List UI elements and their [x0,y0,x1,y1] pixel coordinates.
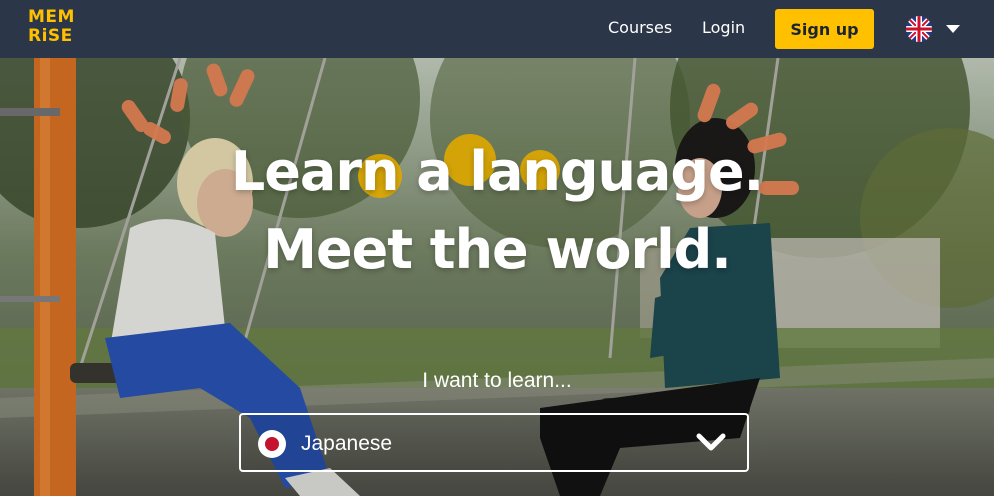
top-navigation-bar: MEM RiSE Courses Login Sign up [0,0,994,58]
sign-up-button[interactable]: Sign up [775,9,874,49]
chevron-down-icon [946,25,960,33]
language-select-dropdown[interactable]: Japanese [239,413,749,472]
hero-section: Learn a language. Meet the world. I want… [0,58,994,496]
chevron-down-icon [696,433,726,451]
nav-login-link[interactable]: Login [702,18,745,37]
selected-language-value: Japanese [301,432,393,455]
site-language-switcher[interactable] [906,16,968,42]
logo-line-1: MEM [28,7,75,27]
uk-flag-icon [906,16,932,42]
hero-headline-line-1: Learn a language. [230,140,764,203]
japan-flag-icon [258,430,286,458]
learn-prompt-label: I want to learn... [422,369,572,392]
logo-line-2: RiSE [28,26,73,46]
nav-courses-link[interactable]: Courses [608,18,672,37]
hero-headline-line-2: Meet the world. [263,218,732,281]
memrise-logo[interactable]: MEM RiSE [28,8,74,48]
